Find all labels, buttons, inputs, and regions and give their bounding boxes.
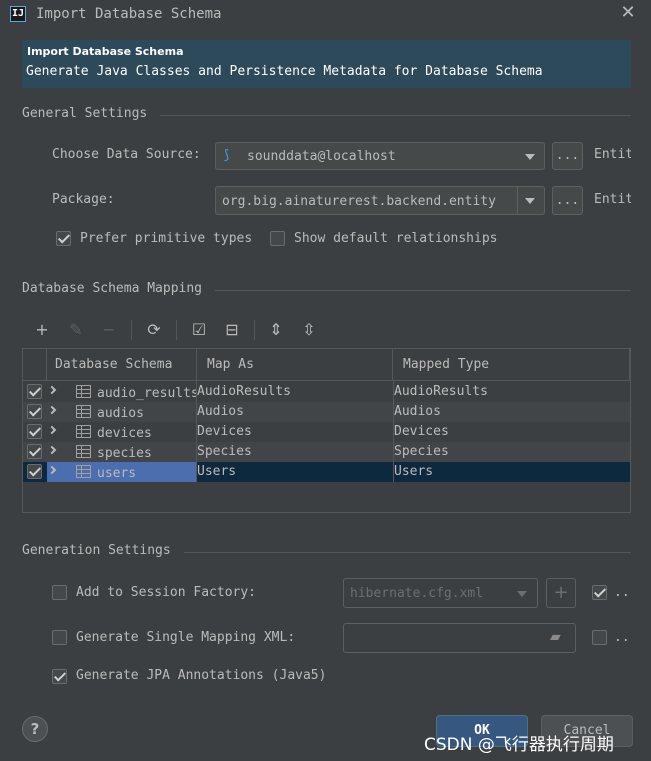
remove-icon[interactable]: − bbox=[99, 320, 119, 340]
column-header-check bbox=[23, 349, 47, 381]
row-checkbox[interactable] bbox=[27, 384, 42, 399]
divider bbox=[160, 115, 631, 116]
column-divider bbox=[393, 381, 394, 482]
single-mapping-xml-label: Generate Single Mapping XML: bbox=[76, 630, 296, 645]
package-combo[interactable]: org.big.ainaturerest.backend.entity bbox=[215, 186, 545, 215]
session-factory-combo[interactable]: hibernate.cfg.xml bbox=[343, 578, 538, 608]
expand-all-icon[interactable]: ⇕ bbox=[266, 320, 286, 340]
column-header-map-as[interactable]: Map As bbox=[197, 349, 393, 381]
map-as-cell[interactable]: Devices bbox=[197, 422, 393, 442]
show-relationships-checkbox[interactable] bbox=[270, 231, 285, 246]
chevron-down-icon bbox=[517, 591, 527, 597]
banner-title: Import Database Schema bbox=[27, 45, 184, 58]
table-icon bbox=[76, 445, 91, 458]
chevron-right-icon[interactable] bbox=[47, 405, 57, 415]
row-checkbox[interactable] bbox=[27, 404, 42, 419]
map-as-cell[interactable]: Users bbox=[197, 462, 393, 482]
browse-package-button[interactable]: ... bbox=[552, 186, 583, 215]
table-icon bbox=[76, 465, 91, 478]
prefer-primitive-label: Prefer primitive types bbox=[80, 231, 253, 246]
table-icon bbox=[76, 385, 91, 398]
schema-name: audio_results bbox=[97, 386, 197, 401]
chevron-down-icon bbox=[525, 198, 535, 204]
table-row[interactable]: audios Audios Audios bbox=[23, 402, 630, 422]
mapped-type-cell[interactable]: Users bbox=[394, 462, 630, 482]
close-icon[interactable]: ✕ bbox=[618, 3, 638, 23]
chevron-right-icon[interactable] bbox=[47, 425, 57, 435]
map-as-cell[interactable]: Species bbox=[197, 442, 393, 462]
banner-description: Generate Java Classes and Persistence Me… bbox=[26, 64, 543, 79]
schema-name: devices bbox=[97, 426, 152, 441]
combo-divider bbox=[517, 187, 518, 214]
intellij-icon: IJ bbox=[10, 6, 26, 22]
generation-settings-heading: Generation Settings bbox=[22, 543, 171, 558]
table-icon bbox=[76, 405, 91, 418]
session-factory-extra-checkbox[interactable] bbox=[592, 585, 607, 600]
package-value: org.big.ainaturerest.backend.entity bbox=[222, 194, 496, 209]
single-mapping-xml-extra-checkbox[interactable] bbox=[592, 630, 607, 645]
mapped-type-cell[interactable]: AudioResults bbox=[394, 382, 630, 402]
toolbar-separator bbox=[131, 320, 132, 340]
check-all-icon[interactable]: ☑ bbox=[189, 320, 209, 340]
session-factory-label: Add to Session Factory: bbox=[76, 585, 257, 600]
watermark: CSDN @飞行器执行周期 bbox=[424, 735, 614, 755]
toolbar-separator bbox=[254, 320, 255, 340]
single-mapping-xml-field[interactable]: ▰ bbox=[343, 623, 576, 653]
data-source-value: sounddata@localhost bbox=[247, 149, 396, 164]
chevron-down-icon bbox=[525, 154, 535, 160]
mapped-type-cell[interactable]: Audios bbox=[394, 402, 630, 422]
column-header-schema[interactable]: Database Schema bbox=[47, 349, 197, 381]
schema-name: species bbox=[97, 446, 152, 461]
table-row-selected[interactable]: users Users Users bbox=[23, 462, 630, 482]
chevron-right-icon[interactable] bbox=[47, 385, 57, 395]
map-as-cell[interactable]: AudioResults bbox=[197, 382, 393, 402]
collapse-all-icon[interactable]: ⇳ bbox=[299, 320, 319, 340]
table-row[interactable]: audio_results AudioResults AudioResults bbox=[23, 382, 630, 402]
package-label: Package: bbox=[52, 192, 115, 207]
ellipsis-label: .. bbox=[614, 585, 630, 600]
jpa-annotations-checkbox[interactable] bbox=[52, 669, 67, 684]
column-header-mapped-type[interactable]: Mapped Type bbox=[393, 349, 630, 381]
ellipsis-label: .. bbox=[614, 630, 630, 645]
edit-icon[interactable]: ✎ bbox=[66, 320, 86, 340]
data-source-combo[interactable]: ⟆ sounddata@localhost bbox=[215, 142, 545, 170]
divider bbox=[215, 290, 631, 291]
data-source-label: Choose Data Source: bbox=[52, 147, 201, 162]
add-icon[interactable]: + bbox=[546, 578, 576, 608]
add-icon[interactable]: + bbox=[32, 320, 52, 340]
uncheck-all-icon[interactable]: ⊟ bbox=[222, 320, 242, 340]
divider bbox=[184, 552, 631, 553]
single-mapping-xml-checkbox[interactable] bbox=[52, 630, 67, 645]
datasource-icon: ⟆ bbox=[224, 148, 230, 163]
schema-mapping-table: Database Schema Map As Mapped Type audio… bbox=[22, 348, 631, 513]
prefer-primitive-checkbox[interactable] bbox=[56, 231, 71, 246]
general-settings-heading: General Settings bbox=[22, 106, 148, 121]
mapped-type-cell[interactable]: Devices bbox=[394, 422, 630, 442]
row-checkbox[interactable] bbox=[27, 424, 42, 439]
table-row[interactable]: species Species Species bbox=[23, 442, 630, 462]
table-icon bbox=[76, 425, 91, 438]
toolbar-separator bbox=[176, 320, 177, 340]
schema-name: audios bbox=[97, 406, 144, 421]
map-as-cell[interactable]: Audios bbox=[197, 402, 393, 422]
mapped-type-cell[interactable]: Species bbox=[394, 442, 630, 462]
window-title: Import Database Schema bbox=[36, 6, 222, 22]
schema-name: users bbox=[97, 466, 137, 481]
browse-data-source-button[interactable]: ... bbox=[552, 142, 583, 170]
mapping-heading: Database Schema Mapping bbox=[22, 281, 203, 296]
chevron-right-icon[interactable] bbox=[47, 445, 57, 455]
entity-label: Entit bbox=[594, 147, 631, 162]
show-relationships-label: Show default relationships bbox=[294, 231, 498, 246]
jpa-annotations-label: Generate JPA Annotations (Java5) bbox=[76, 668, 327, 683]
session-factory-value: hibernate.cfg.xml bbox=[350, 586, 484, 601]
table-row[interactable]: devices Devices Devices bbox=[23, 422, 630, 442]
entity-label: Entit bbox=[594, 192, 631, 207]
row-checkbox[interactable] bbox=[27, 464, 42, 479]
column-divider bbox=[196, 381, 197, 482]
folder-icon[interactable]: ▰ bbox=[550, 630, 568, 644]
row-checkbox[interactable] bbox=[27, 444, 42, 459]
refresh-icon[interactable]: ⟳ bbox=[144, 320, 164, 340]
session-factory-checkbox[interactable] bbox=[52, 585, 67, 600]
help-button[interactable]: ? bbox=[22, 716, 48, 742]
